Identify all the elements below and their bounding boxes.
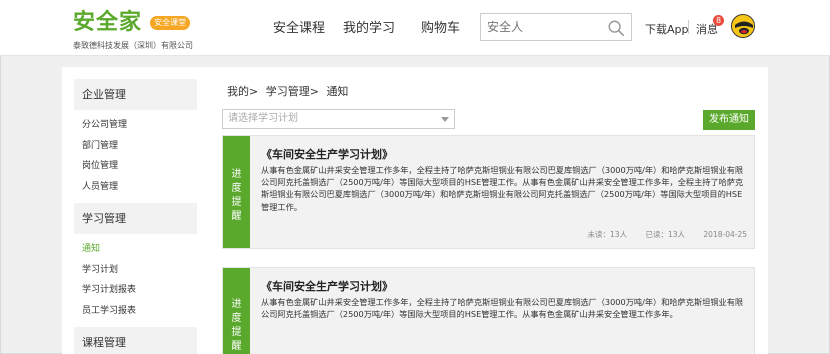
progress-reminder-tag: 进 度 提 醒 [223,136,250,248]
sidebar: 企业管理 分公司管理 部门管理 岗位管理 人员管理 学习管理 通知 学习计划 学… [74,79,197,354]
logo-badge: 安全课堂 [150,16,191,30]
sidebar-item-department[interactable]: 部门管理 [74,136,197,157]
nav-my-learning[interactable]: 我的学习 [343,17,395,36]
sidebar-group-enterprise[interactable]: 企业管理 [74,79,197,110]
card-title: 《车间安全生产学习计划》 [261,148,393,161]
sidebar-item-study-plan[interactable]: 学习计划 [74,260,197,281]
breadcrumb-current: 通知 [326,85,349,98]
search-input[interactable] [481,14,601,40]
select-placeholder: 请选择学习计划 [228,113,298,124]
read-count: 已读：13人 [645,230,686,239]
download-app-link[interactable]: 下载App [645,21,689,37]
tag-char: 进 [231,169,242,180]
sidebar-item-plan-report[interactable]: 学习计划报表 [74,280,197,301]
sidebar-item-notice[interactable]: 通知 [74,239,197,260]
nav-safety-courses[interactable]: 安全课程 [273,17,325,36]
nav-cart[interactable]: 购物车 [421,17,460,36]
company-name: 泰致德科技发展（深圳）有限公司 [73,41,193,50]
study-plan-select[interactable]: 请选择学习计划 [222,109,455,129]
tag-char: 提 [231,327,242,338]
tag-char: 度 [231,313,242,324]
avatar-face-icon [732,15,754,37]
sidebar-item-position[interactable]: 岗位管理 [74,156,197,177]
card-date: 2018-04-25 [703,230,747,239]
sidebar-group-course[interactable]: 课程管理 [74,327,197,354]
card-title: 《车间安全生产学习计划》 [261,280,393,293]
breadcrumb-mine[interactable]: 我的> [227,85,258,98]
card-body: 从事有色金属矿山井采安全管理工作多年，全程主持了哈萨克斯坦铜业有限公司巴夏库铜选… [261,297,744,320]
tag-char: 醒 [231,341,242,352]
logo[interactable]: 安全家 安全课堂 [73,10,191,36]
top-header: 安全家 安全课堂 泰致德科技发展（深圳）有限公司 安全课程 我的学习 购物车 下… [0,0,830,56]
breadcrumb: 我的> 学习管理> 通知 [227,83,352,99]
search-box [480,13,632,41]
header-divider [688,20,689,34]
search-icon[interactable] [607,19,625,37]
card-body: 从事有色金属矿山井采安全管理工作多年，全程主持了哈萨克斯坦铜业有限公司巴夏库铜选… [261,165,744,212]
notice-card[interactable]: 进 度 提 醒 《车间安全生产学习计划》 从事有色金属矿山井采安全管理工作多年，… [222,135,755,249]
sidebar-item-branch[interactable]: 分公司管理 [74,115,197,136]
tag-char: 醒 [231,211,242,222]
sidebar-item-personnel[interactable]: 人员管理 [74,177,197,198]
sidebar-group-learning[interactable]: 学习管理 [74,203,197,234]
logo-text: 安全家 [73,10,143,35]
unread-count: 未读：13人 [587,230,628,239]
notice-card[interactable]: 进 度 提 醒 《车间安全生产学习计划》 从事有色金属矿山井采安全管理工作多年，… [222,267,755,354]
tag-char: 度 [231,183,242,194]
breadcrumb-learning[interactable]: 学习管理> [266,85,319,98]
message-count-badge: 8 [713,15,724,26]
chevron-down-icon [441,117,449,122]
progress-reminder-tag: 进 度 提 醒 [223,268,250,354]
publish-notice-button[interactable]: 发布通知 [703,110,755,130]
tag-char: 进 [231,299,242,310]
card-meta: 未读：13人 已读：13人 2018-04-25 [572,229,747,240]
user-avatar[interactable] [731,14,755,38]
sidebar-item-staff-report[interactable]: 员工学习报表 [74,301,197,322]
tag-char: 提 [231,197,242,208]
